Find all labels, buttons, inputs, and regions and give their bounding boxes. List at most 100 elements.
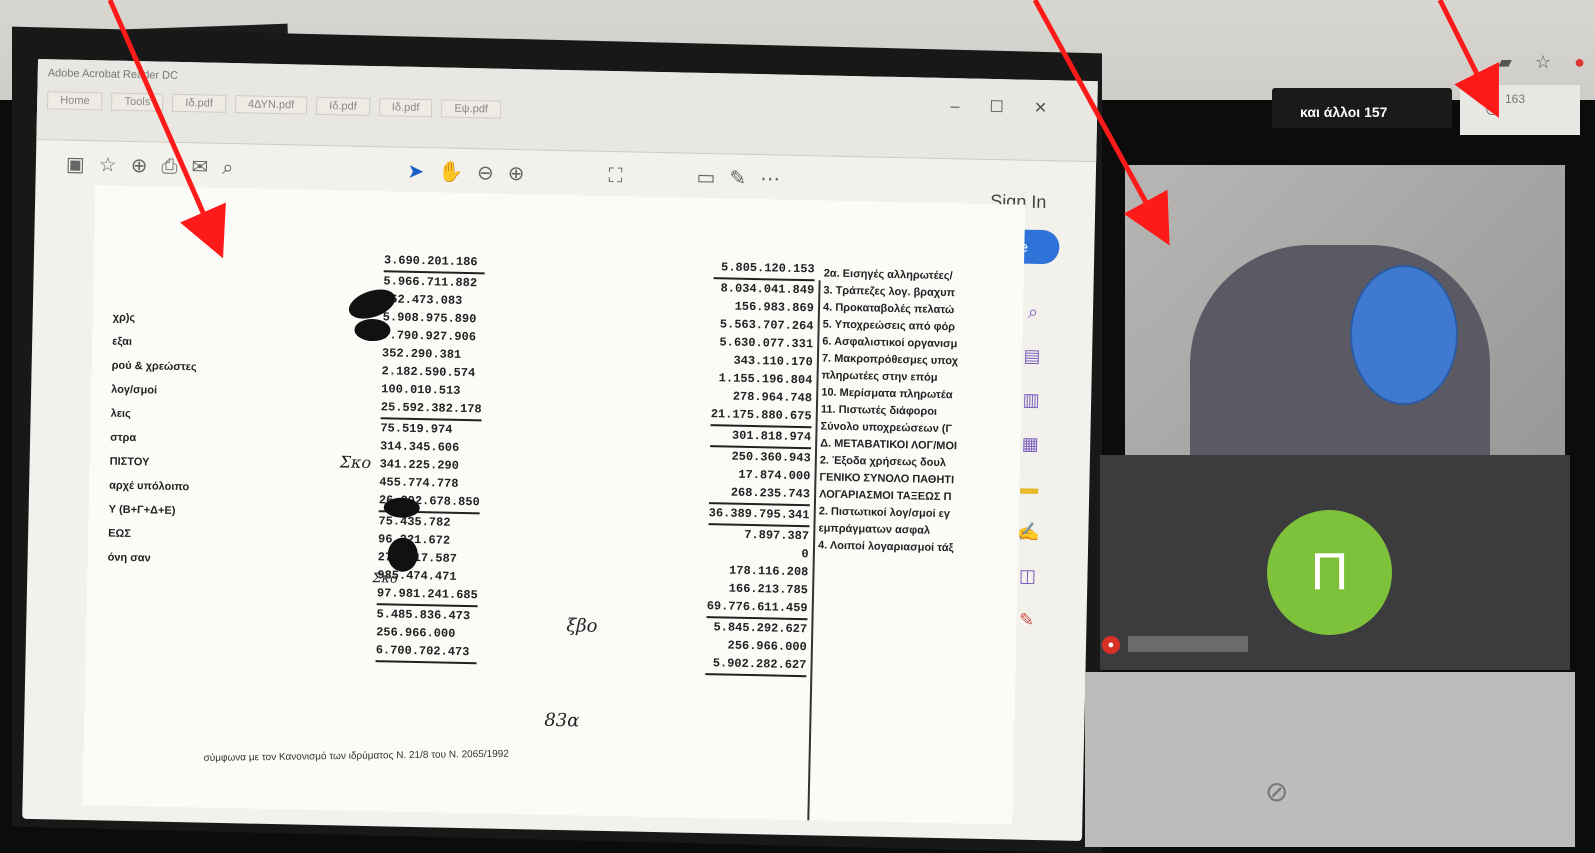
handwritten-note: 83α: [544, 709, 580, 732]
tab-doc-3[interactable]: Ιδ.pdf: [316, 96, 370, 116]
row-label: όνη σαν: [107, 551, 151, 565]
row-label: ρού & χρεώστες: [111, 359, 197, 374]
handwritten-note: Σκο: [372, 571, 398, 587]
value-cell: 455.774.778: [379, 475, 459, 491]
values-column-1: 3.690.201.186 5.966.711.882 162.473.083 5.9…: [375, 251, 485, 665]
close-icon[interactable]: ✕: [1034, 100, 1078, 118]
row-label: χρ)ς: [112, 311, 136, 325]
row-label: εξαι: [112, 335, 133, 349]
acrobat-toolbar: ▣☆⊕⎙✉⌕ ➤✋⊖⊕ ⛶ ▭✎⋯: [66, 152, 795, 192]
value-cell: 256.966.000: [727, 638, 807, 655]
tab-doc-1[interactable]: Ιδ.pdf: [172, 93, 227, 113]
zoom-out-icon[interactable]: ⊖: [477, 162, 508, 185]
value-cell: 352.290.381: [381, 346, 462, 362]
row-label: ΕΩΣ: [108, 527, 132, 541]
value-cell: 8.034.041.849: [720, 281, 815, 298]
value-cell: 7.897.387: [744, 527, 810, 544]
bookmark-icon[interactable]: ☆: [99, 154, 131, 177]
select-icon[interactable]: ➤: [407, 161, 438, 184]
row-label: αρχέ υπόλοιπο: [109, 479, 190, 494]
value-cell: 0: [801, 547, 809, 562]
hand-icon[interactable]: ✋: [438, 161, 477, 184]
tab-doc-2[interactable]: 4ΔΥΝ.pdf: [234, 95, 308, 115]
value-cell: 36.389.795.341: [708, 504, 810, 528]
value-cell: 341.225.290: [379, 457, 460, 473]
participant-name-redacted: [1128, 636, 1248, 652]
value-cell: 100.010.513: [381, 382, 461, 398]
value-cell: 5.805.120.153: [713, 258, 815, 282]
value-cell: 156.983.869: [734, 299, 814, 316]
save-icon[interactable]: ▣: [66, 154, 99, 177]
handwritten-note: ξβο: [566, 615, 598, 637]
value-cell: 21.175.880.675: [710, 405, 812, 429]
footnote-text: σύμφωνα με τον Κανονισμό των ιδρύματος Ν…: [203, 748, 509, 764]
row-label: ΠΙΣΤΟΥ: [109, 455, 150, 469]
zoom-icon[interactable]: ⌕: [222, 157, 248, 180]
people-icon: ⚇: [1485, 102, 1500, 119]
value-cell: 1.155.196.804: [718, 371, 813, 388]
window-controls: –☐✕: [950, 96, 1077, 119]
row-label: λογ/σμοί: [111, 383, 158, 397]
value-cell: 75.519.974: [380, 421, 453, 437]
browser-toolbar-icons[interactable]: ▰ ☆ ●: [1498, 52, 1585, 73]
participants-count: 163: [1505, 92, 1526, 106]
upload-icon[interactable]: ⊕: [130, 155, 161, 178]
maximize-icon[interactable]: ☐: [989, 99, 1034, 117]
value-cell: 97.981.241.685: [376, 584, 478, 608]
video-tile-camera-off[interactable]: [1085, 672, 1575, 847]
tab-doc-4[interactable]: Ιδ.pdf: [378, 98, 433, 118]
value-cell: 3.690.201.186: [383, 251, 485, 275]
zoom-in-icon[interactable]: ⊕: [508, 163, 539, 186]
value-cell: 25.592.382.178: [380, 398, 482, 422]
value-cell: 343.110.170: [733, 353, 813, 370]
mic-off-icon: ●: [1102, 636, 1120, 654]
profile-icon[interactable]: ●: [1574, 52, 1585, 72]
value-cell: 250.360.943: [731, 449, 811, 466]
acrobat-window: Adobe Acrobat Reader DC Home Tools Ιδ.pd…: [22, 58, 1098, 842]
tab-tools[interactable]: Tools: [111, 92, 164, 112]
camera-off-icon: ⊘: [1265, 776, 1289, 807]
value-cell: 162.473.083: [382, 292, 463, 308]
value-cell: 5.908.975.890: [382, 310, 477, 327]
handwritten-note: Σκο: [339, 452, 372, 473]
value-cell: 5.630.077.331: [719, 335, 814, 352]
star-icon[interactable]: ☆: [1535, 52, 1551, 72]
more-icon[interactable]: ⋯: [760, 168, 794, 191]
description-line: 4. Λοιποί λογαριασμοί τάξ: [817, 539, 954, 555]
values-column-2: 5.805.120.153 8.034.041.849 156.983.869 5.5…: [705, 258, 815, 678]
value-cell: 5.902.282.627: [705, 654, 807, 678]
value-cell: 278.964.748: [732, 389, 813, 406]
pdf-page: χρ)ς εξαι ρού & χρεώστες λογ/σμοί λεις στρα ΠΙ…: [82, 185, 1026, 825]
comment-icon[interactable]: ▭: [696, 167, 729, 190]
row-label: Υ (Β+Γ+Δ+Ε): [108, 503, 176, 517]
fit-icon[interactable]: ⛶: [608, 165, 636, 188]
value-cell: 5.966.711.882: [383, 274, 478, 291]
value-cell: 5.485.836.473: [376, 607, 471, 624]
value-cell: 69.776.611.459: [706, 597, 808, 621]
value-cell: 17.874.000: [738, 467, 811, 484]
row-label: στρα: [110, 431, 137, 445]
value-cell: 314.345.606: [379, 439, 460, 455]
redaction-blot: [354, 318, 391, 342]
tab-home[interactable]: Home: [47, 91, 103, 111]
value-cell: 166.213.785: [728, 581, 809, 598]
others-count-label: και άλλοι 157: [1300, 104, 1388, 120]
value-cell: 268.235.743: [708, 483, 811, 507]
value-cell: 301.818.974: [710, 426, 812, 450]
print-icon[interactable]: ⎙: [161, 156, 191, 179]
redaction-blot: [383, 497, 420, 519]
camera-icon[interactable]: ▰: [1498, 52, 1512, 72]
minimize-icon[interactable]: –: [950, 98, 989, 116]
pen-icon[interactable]: ✎: [729, 167, 760, 190]
value-cell: 7.790.927.906: [382, 328, 477, 345]
tab-doc-5[interactable]: Εψ.pdf: [441, 99, 502, 119]
value-cell: 2.182.590.574: [381, 364, 476, 381]
avatar: Π: [1267, 510, 1392, 635]
row-label: λεις: [110, 407, 131, 421]
mail-icon[interactable]: ✉: [191, 156, 222, 179]
value-cell: 256.966.000: [375, 625, 456, 641]
value-cell: 178.116.208: [728, 563, 809, 580]
description-column: 2α. Εισηγές αλληρωτέες/3. Τράπεζες λογ. …: [818, 265, 961, 557]
value-cell: 5.845.292.627: [713, 620, 808, 637]
value-cell: 6.700.702.473: [375, 641, 477, 665]
